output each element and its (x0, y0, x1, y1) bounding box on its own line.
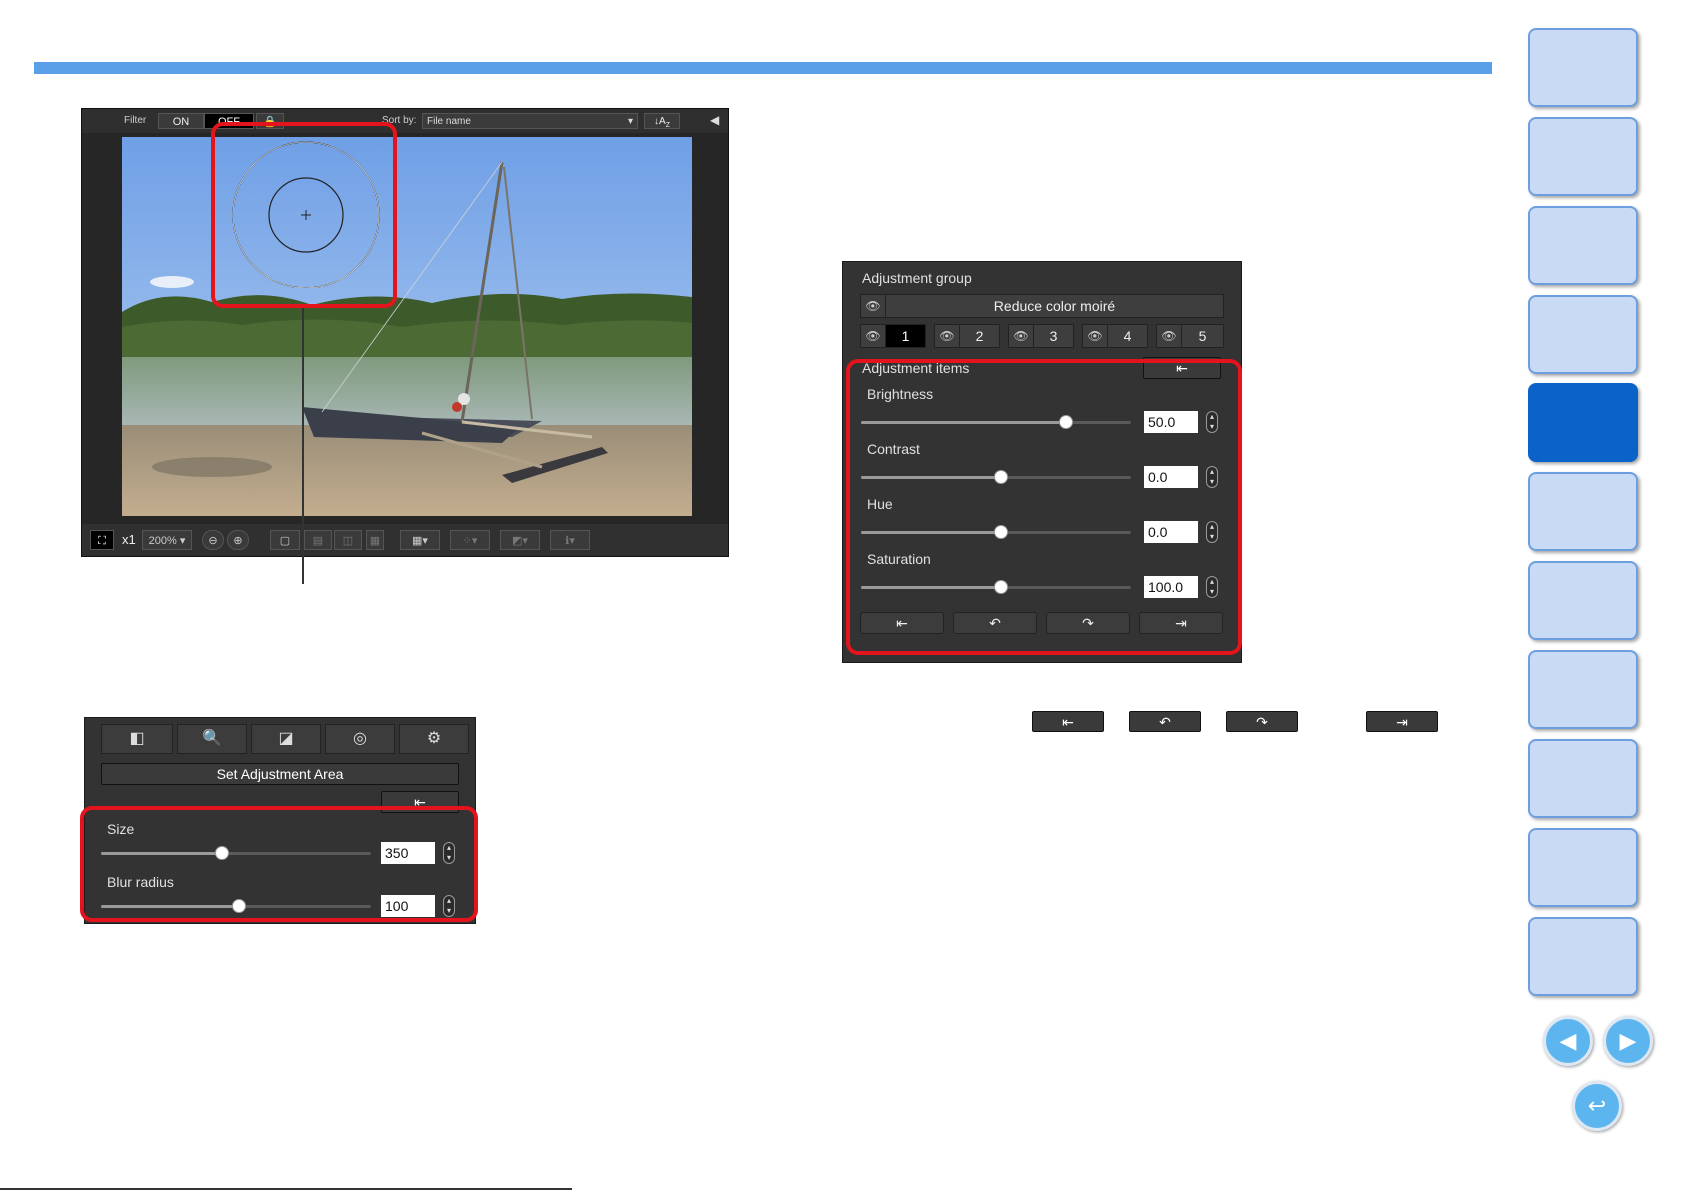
redo-icon: ↷ (1256, 714, 1268, 730)
photo-image (122, 137, 692, 516)
eye-icon[interactable]: 👁 (1009, 325, 1034, 347)
group-3-label: 3 (1049, 328, 1058, 344)
redo-button: ↷ (1226, 711, 1298, 732)
group-button-4[interactable]: 👁 4 (1082, 324, 1148, 348)
sort-select-value: File name (427, 116, 471, 127)
adjustment-items-highlight-box (846, 359, 1242, 655)
group-button-1[interactable]: 👁 1 (860, 324, 926, 348)
redo-all-button: ⇥ (1366, 711, 1438, 732)
reduce-moire-label: Reduce color moiré (993, 298, 1116, 314)
tab-settings[interactable]: ⚙ (399, 724, 469, 754)
info-icon[interactable]: ℹ▾ (550, 530, 590, 550)
magnifier-icon: 🔍 (202, 730, 222, 747)
nav-tab-10[interactable] (1528, 828, 1638, 907)
back-button[interactable]: ↩ (1572, 1081, 1622, 1131)
brush-highlight-box (211, 122, 397, 308)
nav-tab-5[interactable] (1528, 383, 1638, 462)
undo-icon: ↶ (1159, 714, 1171, 730)
filter-on-button[interactable]: ON (158, 113, 204, 129)
zoom-out-icon[interactable]: ⊖ (202, 530, 224, 550)
group-1-label: 1 (886, 325, 925, 347)
sort-az-sub-label: Z (665, 122, 670, 129)
color-wheel-icon: ◎ (353, 730, 367, 747)
group-button-5[interactable]: 👁 5 (1156, 324, 1224, 348)
grid-icon[interactable]: ▦▾ (400, 530, 440, 550)
split-view-icon[interactable]: ◫ (334, 530, 362, 550)
compare-view-icon[interactable]: ▤ (304, 530, 332, 550)
group-5-label: 5 (1198, 328, 1207, 344)
undo-button: ↶ (1129, 711, 1201, 732)
undo-all-icon: ⇤ (1062, 714, 1074, 730)
sort-order-button[interactable]: ↓AZ (644, 113, 680, 129)
tab-basic[interactable]: ◧ (101, 724, 173, 754)
fit-screen-icon[interactable]: ⛶ (90, 530, 114, 550)
set-adjustment-area-button[interactable]: Set Adjustment Area (101, 763, 459, 785)
tab-tone[interactable]: ◪ (251, 724, 321, 754)
chevron-down-icon: ▾ (627, 116, 633, 127)
undo-all-button: ⇤ (1032, 711, 1104, 732)
single-view-icon[interactable]: ▢ (270, 530, 300, 550)
filter-label: Filter (124, 115, 147, 126)
header-bar (34, 62, 1492, 74)
nav-tab-2[interactable] (1528, 117, 1638, 196)
image-icon: ◧ (129, 730, 145, 747)
nav-tab-6[interactable] (1528, 472, 1638, 551)
triangle-left-icon: ◀ (1559, 1028, 1577, 1053)
callout-line (302, 308, 304, 584)
eye-icon[interactable]: 👁 (861, 295, 886, 317)
eye-icon[interactable]: 👁 (861, 325, 886, 347)
group-button-3[interactable]: 👁 3 (1008, 324, 1074, 348)
adjustment-group-title: Adjustment group (862, 270, 972, 286)
nav-tab-4[interactable] (1528, 295, 1638, 374)
group-2-label: 2 (975, 328, 984, 344)
eye-icon[interactable]: 👁 (935, 325, 960, 347)
nav-tab-7[interactable] (1528, 561, 1638, 640)
collapse-left-icon[interactable]: ◀ (710, 113, 719, 127)
zoom-value: 200% (148, 535, 177, 547)
previous-page-button[interactable]: ◀ (1543, 1016, 1593, 1066)
tab-detail[interactable]: 🔍 (177, 724, 247, 754)
highlight-icon[interactable]: ◩▾ (500, 530, 540, 550)
triangle-right-icon: ▶ (1619, 1028, 1637, 1053)
viewer-toolbar: Filter ON OFF 🔒 Sort by: File name ▾ ↓AZ… (82, 109, 728, 133)
photo-preview[interactable] (122, 137, 692, 516)
sort-az-label: A (659, 116, 666, 127)
gear-icon: ⚙ (426, 730, 442, 747)
group-button-2[interactable]: 👁 2 (934, 324, 1000, 348)
return-arrow-icon: ↩ (1587, 1093, 1607, 1118)
reduce-moire-button[interactable]: 👁 Reduce color moiré (860, 294, 1224, 318)
redo-all-icon: ⇥ (1396, 714, 1408, 730)
multi-view-icon[interactable]: ▦ (366, 530, 384, 550)
nav-tab-11[interactable] (1528, 917, 1638, 996)
tab-color[interactable]: ◎ (325, 724, 395, 754)
nav-tab-3[interactable] (1528, 206, 1638, 285)
zoom-select[interactable]: 200% ▾ (142, 530, 192, 550)
eye-icon[interactable]: 👁 (1083, 325, 1108, 347)
next-page-button[interactable]: ▶ (1603, 1016, 1653, 1066)
nav-tab-1[interactable] (1528, 28, 1638, 107)
group-4-label: 4 (1123, 328, 1132, 344)
af-points-icon[interactable]: ⁘▾ (450, 530, 490, 550)
zoom-x1-button[interactable]: x1 (122, 532, 136, 547)
curve-icon: ◪ (278, 730, 294, 747)
footer-rule (0, 1188, 572, 1190)
zoom-in-icon[interactable]: ⊕ (227, 530, 249, 550)
viewer-bottom-toolbar: ⛶ x1 200% ▾ ⊖ ⊕ ▢ ▤ ◫ ▦ ▦▾ ⁘▾ ◩▾ ℹ▾ (82, 524, 728, 556)
size-blur-highlight-box (80, 806, 478, 922)
nav-tab-8[interactable] (1528, 650, 1638, 729)
eye-icon[interactable]: 👁 (1157, 325, 1182, 347)
chevron-down-icon: ▾ (179, 535, 186, 547)
image-viewer: Filter ON OFF 🔒 Sort by: File name ▾ ↓AZ… (81, 108, 729, 557)
nav-tab-9[interactable] (1528, 739, 1638, 818)
sort-select[interactable]: File name ▾ (422, 113, 638, 129)
